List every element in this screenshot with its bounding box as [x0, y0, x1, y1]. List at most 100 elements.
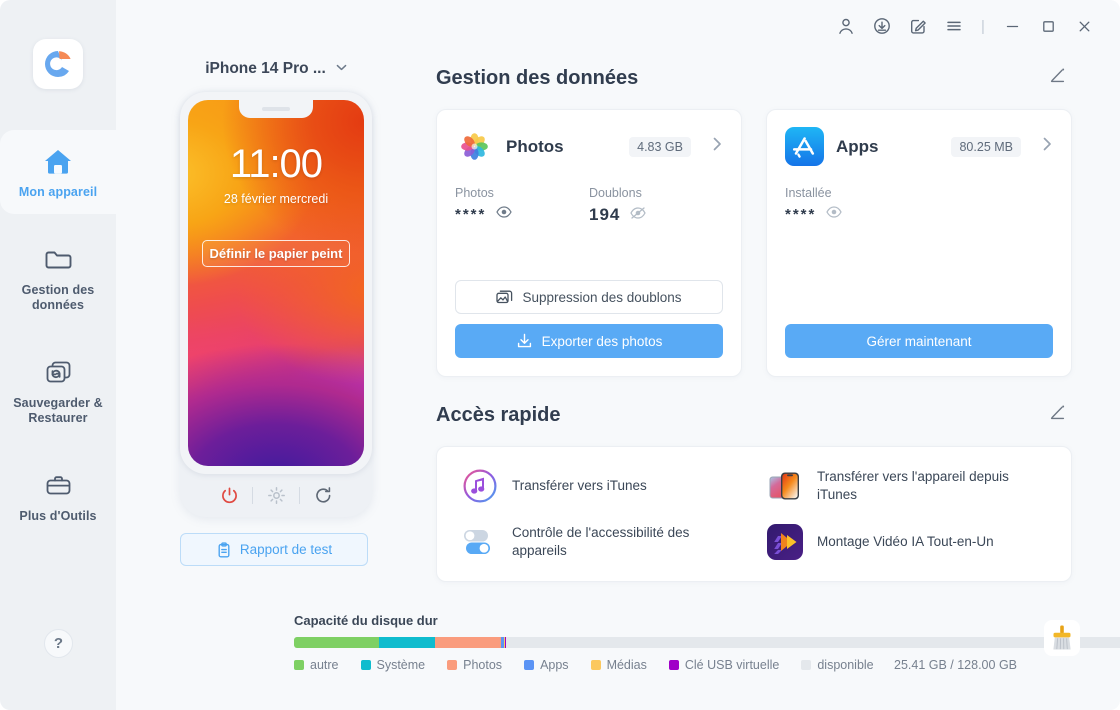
edit-data-management-button[interactable]: [1044, 62, 1072, 95]
stat-value: ****: [455, 205, 487, 223]
disk-legend: autre Système Photos Apps Médias Clé USB virt…: [294, 658, 1072, 672]
app-logo-icon: [45, 51, 71, 78]
phone-mockup: 11:00 28 février mercredi Définir le pap…: [180, 92, 372, 517]
maximize-icon: [1042, 20, 1054, 32]
apps-card-header: Apps 80.25 MB: [785, 127, 1053, 166]
sidebar-item-gestion-des-donnees[interactable]: Gestion des données: [0, 228, 116, 327]
delete-duplicates-button[interactable]: Suppression des doublons: [455, 280, 723, 314]
apps-open-chevron-icon[interactable]: [1041, 136, 1053, 157]
eye-open-icon[interactable]: [826, 205, 843, 223]
legend-color-swatch: [524, 660, 535, 670]
photos-open-chevron-icon[interactable]: [711, 136, 723, 157]
sidebar-item-label: Gestion des données: [21, 283, 95, 312]
disk-segment: [379, 637, 436, 648]
brightness-button[interactable]: [253, 473, 299, 517]
power-button[interactable]: [206, 473, 252, 517]
sidebar-item-mon-appareil[interactable]: Mon appareil: [0, 130, 116, 214]
folder-icon: [6, 242, 110, 276]
disk-segment: [294, 637, 380, 648]
quick-access-card: Transférer vers iTunes Transférer vers l…: [436, 446, 1072, 582]
legend-label: Photos: [463, 658, 503, 672]
stat-value: 194: [589, 205, 621, 224]
menu-icon: [947, 21, 961, 31]
legend-label: autre: [310, 658, 339, 672]
pencil-icon: [1050, 68, 1065, 83]
stat-label: Installée: [785, 186, 832, 200]
stat-doublons: Doublons 194: [589, 186, 723, 225]
eye-open-icon[interactable]: [496, 205, 513, 223]
quick-item-accessibility-control[interactable]: Contrôle de l'accessibilité des appareil…: [461, 523, 742, 561]
test-report-button[interactable]: Rapport de test: [180, 533, 368, 566]
notch-speaker: [262, 106, 290, 111]
quick-item-video-editor[interactable]: Montage Vidéo IA Tout-en-Un: [766, 523, 1047, 561]
disk-capacity-section: Capacité du disque dur autre Système Photo…: [294, 613, 1120, 672]
menu-button[interactable]: [936, 10, 972, 42]
set-wallpaper-button[interactable]: Définir le papier peint: [202, 240, 350, 267]
app-window: Mon appareil Gestion des données Sauvega…: [0, 0, 1120, 710]
sidebar-nav: Mon appareil Gestion des données Sauvega…: [0, 130, 116, 538]
clipboard-icon: [218, 541, 230, 557]
broom-icon: [1044, 620, 1080, 656]
help-button[interactable]: ?: [44, 629, 73, 658]
feedback-button[interactable]: [900, 10, 936, 42]
quick-item-label: Transférer vers l'appareil depuis iTunes: [817, 469, 1009, 502]
legend-label: Apps: [540, 658, 569, 672]
edit-quick-access-button[interactable]: [1044, 399, 1072, 432]
legend-color-swatch: [294, 660, 304, 670]
app-logo: [33, 39, 83, 89]
device-name: iPhone 14 Pro ...: [205, 60, 326, 77]
disk-total-text: 25.41 GB / 128.00 GB: [894, 658, 1017, 672]
main-area: | iPhone 14 Pro ... 11:00 28 février mer…: [116, 0, 1120, 710]
quick-access-section: Accès rapide Transférer vers iTunes Tran…: [436, 399, 1072, 582]
sidebar-item-plus-doutils[interactable]: Plus d'Outils: [0, 454, 116, 538]
content-area: Gestion des données Photos 4.83 GB Photo…: [436, 62, 1072, 582]
sidebar-item-label: Plus d'Outils: [19, 509, 97, 523]
photos-card[interactable]: Photos 4.83 GB Photos **** Doublons 194 …: [436, 109, 742, 377]
manage-apps-button[interactable]: Gérer maintenant: [785, 324, 1053, 358]
stat-photos: Photos ****: [455, 186, 589, 225]
appstore-app-icon: [785, 127, 824, 166]
disk-legend-item: Système: [360, 658, 425, 672]
maximize-button[interactable]: [1030, 10, 1066, 42]
apps-card[interactable]: Apps 80.25 MB Installée **** Gérer maint…: [766, 109, 1072, 377]
disk-segment: [435, 637, 502, 648]
device-selector[interactable]: iPhone 14 Pro ...: [180, 60, 372, 78]
lockscreen-time: 11:00: [229, 142, 323, 186]
toolbox-icon: [6, 468, 110, 502]
apps-card-title: Apps: [836, 136, 879, 156]
quick-item-label: Contrôle de l'accessibilité des appareil…: [512, 525, 690, 558]
refresh-icon: [315, 486, 330, 503]
stat-label: Photos: [455, 186, 494, 200]
sidebar-item-label: Sauvegarder & Restaurer: [13, 396, 103, 425]
data-cards: Photos 4.83 GB Photos **** Doublons 194 …: [436, 109, 1072, 377]
sidebar: Mon appareil Gestion des données Sauvega…: [0, 0, 116, 710]
photos-stats: Photos **** Doublons 194: [455, 186, 723, 225]
disk-legend-item: Apps: [524, 658, 569, 672]
close-button[interactable]: [1066, 10, 1102, 42]
account-icon: [839, 18, 853, 34]
chevron-down-icon: [336, 64, 347, 74]
cleaner-button[interactable]: [1044, 620, 1080, 656]
backup-restore-icon: [6, 355, 110, 389]
minimize-button[interactable]: [994, 10, 1030, 42]
quick-item-transfer-to-itunes[interactable]: Transférer vers iTunes: [461, 467, 742, 505]
test-report-label: Rapport de test: [239, 542, 333, 557]
sidebar-item-sauvegarder-restaurer[interactable]: Sauvegarder & Restaurer: [0, 341, 116, 440]
legend-label: disponible: [817, 658, 874, 672]
quick-access-header: Accès rapide: [436, 399, 1072, 432]
photos-size-badge: 4.83 GB: [629, 136, 691, 157]
export-photos-button[interactable]: Exporter des photos: [455, 324, 723, 358]
download-button[interactable]: [864, 10, 900, 42]
refresh-button[interactable]: [300, 473, 346, 517]
apps-card-actions: Gérer maintenant: [785, 324, 1053, 358]
account-button[interactable]: [828, 10, 864, 42]
delete-duplicates-label: Suppression des doublons: [522, 289, 682, 305]
disk-capacity-bar: [294, 637, 1120, 648]
titlebar-separator: |: [981, 17, 985, 35]
power-icon: [221, 487, 237, 503]
stat-value: ****: [785, 205, 817, 223]
quick-item-transfer-from-itunes[interactable]: Transférer vers l'appareil depuis iTunes: [766, 467, 1047, 505]
eye-off-icon[interactable]: [630, 206, 647, 224]
